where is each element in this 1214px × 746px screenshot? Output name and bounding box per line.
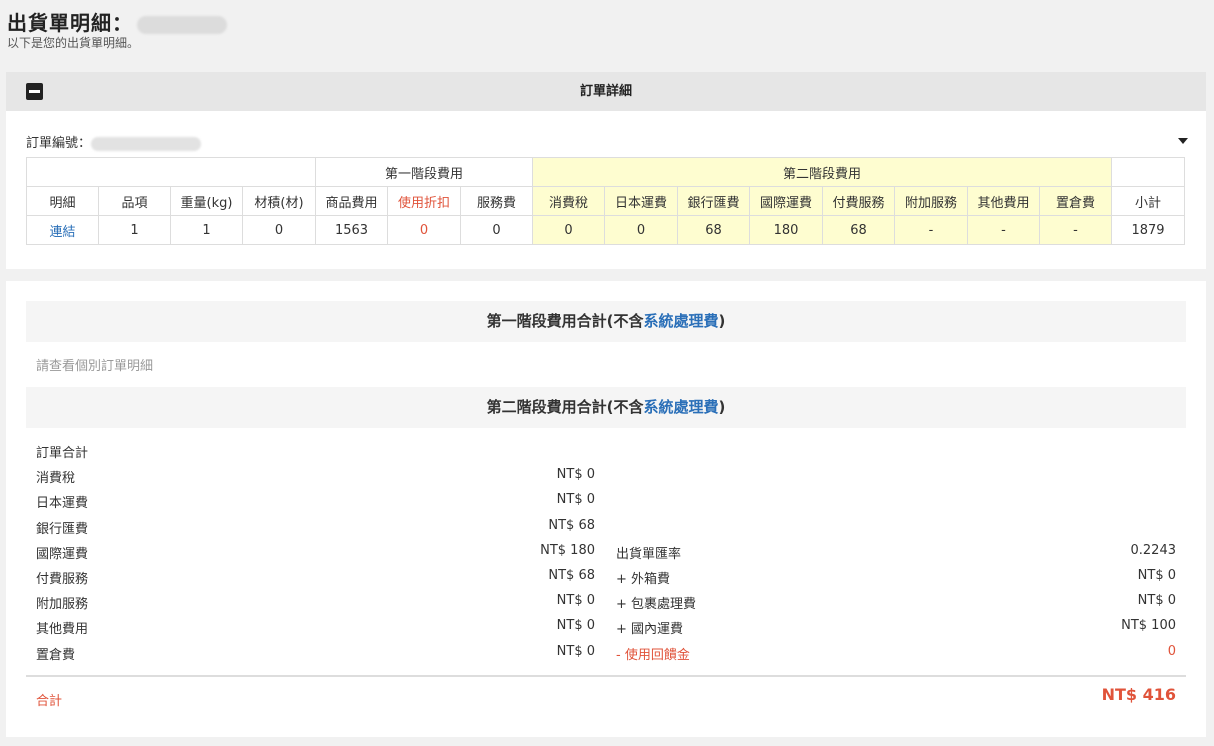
fee-value: NT$ 180 — [540, 543, 595, 558]
order-number-row: 訂單編號： — [26, 132, 202, 151]
fee-value: NT$ 0 — [556, 644, 595, 659]
col-weight: 重量(kg) — [170, 186, 243, 216]
cell-discount: 0 — [387, 215, 461, 245]
table-row: 連結 1 1 0 1563 0 0 0 0 68 180 68 - - - 18… — [26, 215, 1185, 245]
panel-header: 訂單詳細 — [6, 72, 1206, 111]
stage2-title-suffix: ) — [718, 398, 726, 416]
redacted-order-id — [137, 15, 227, 34]
order-detail-panel: 訂單詳細 訂單編號： 第一階段費用 第二階段費用 明細 品項 重量(kg) 材積… — [6, 72, 1206, 269]
empty-group-cell — [26, 157, 316, 187]
column-header-row: 明細 品項 重量(kg) 材積(材) 商品費用 使用折扣 服務費 消費稅 日本運… — [26, 186, 1185, 216]
cell-volume: 0 — [242, 215, 316, 245]
col-consumption-tax: 消費稅 — [532, 186, 605, 216]
total-value: NT$ 416 — [1101, 685, 1176, 704]
cell-service-fee: 0 — [460, 215, 533, 245]
fee-label: 其他費用 — [36, 622, 89, 637]
stage1-title-suffix: ) — [718, 312, 726, 330]
fee-label: 國際運費 — [36, 547, 89, 562]
cell-weight: 1 — [170, 215, 243, 245]
fee-value: NT$ 68 — [548, 568, 595, 583]
stage1-title-text: 第一階段費用合計(不含 — [486, 312, 644, 330]
group-header-row: 第一階段費用 第二階段費用 — [26, 157, 1185, 187]
rebate-label: - 使用回饋金 — [616, 648, 690, 663]
col-storage-fee: 置倉費 — [1039, 186, 1112, 216]
stage2-summary-header: 第二階段費用合計(不含系統處理費) — [26, 387, 1186, 428]
col-addon-service: 附加服務 — [894, 186, 968, 216]
cell-paid-service: 68 — [822, 215, 895, 245]
dropdown-caret-icon[interactable] — [1178, 138, 1188, 144]
order-detail-table: 第一階段費用 第二階段費用 明細 品項 重量(kg) 材積(材) 商品費用 使用… — [26, 157, 1185, 245]
fee-label: 付費服務 — [36, 572, 89, 587]
exchange-rate-label: 出貨單匯率 — [616, 547, 682, 562]
fee-label: 消費稅 — [36, 471, 76, 486]
fee-label: 附加服務 — [36, 597, 89, 612]
collapse-minus-icon[interactable] — [26, 83, 43, 100]
total-label: 合計 — [36, 694, 63, 709]
rebate-value: 0 — [1167, 644, 1176, 659]
col-intl-shipping: 國際運費 — [749, 186, 823, 216]
cell-items: 1 — [98, 215, 171, 245]
order-number-label: 訂單編號： — [26, 136, 92, 151]
fee-value: NT$ 68 — [548, 518, 595, 533]
page-title-text: 出貨單明細： — [7, 11, 133, 35]
cell-storage-fee: - — [1039, 215, 1112, 245]
stage1-summary-header: 第一階段費用合計(不含系統處理費) — [26, 301, 1186, 342]
box-fee-value: NT$ 0 — [1137, 568, 1176, 583]
fee-summary-panel: 第一階段費用合計(不含系統處理費) 請查看個別訂單明細 第二階段費用合計(不含系… — [6, 281, 1206, 737]
cell-intl-shipping: 180 — [749, 215, 823, 245]
system-fee-link-2[interactable]: 系統處理費 — [643, 398, 718, 416]
fee-value: NT$ 0 — [556, 593, 595, 608]
cell-subtotal: 1879 — [1111, 215, 1185, 245]
stage2-group-header: 第二階段費用 — [532, 157, 1112, 187]
fee-label: 銀行匯費 — [36, 522, 89, 537]
col-detail: 明細 — [26, 186, 99, 216]
package-fee-label: + 包裹處理費 — [616, 597, 697, 612]
total-divider — [26, 675, 1186, 677]
col-paid-service: 付費服務 — [822, 186, 895, 216]
box-fee-label: + 外箱費 — [616, 572, 671, 587]
subtotal-group-cell — [1111, 157, 1185, 187]
col-japan-shipping: 日本運費 — [604, 186, 678, 216]
stage1-note: 請查看個別訂單明細 — [36, 359, 154, 374]
package-fee-value: NT$ 0 — [1137, 593, 1176, 608]
fee-label: 日本運費 — [36, 496, 89, 511]
page-header: 出貨單明細： 以下是您的出貨單明細。 — [7, 6, 1207, 60]
cell-japan-shipping: 0 — [604, 215, 678, 245]
stage1-group-header: 第一階段費用 — [315, 157, 533, 187]
cell-addon-service: - — [894, 215, 968, 245]
col-subtotal: 小計 — [1111, 186, 1185, 216]
col-bank-fee: 銀行匯費 — [677, 186, 750, 216]
domestic-shipping-label: + 國內運費 — [616, 622, 684, 637]
order-total-label: 訂單合計 — [36, 446, 89, 461]
panel-title: 訂單詳細 — [579, 84, 632, 99]
exchange-rate-value: 0.2243 — [1130, 543, 1177, 558]
col-other-fee: 其他費用 — [967, 186, 1040, 216]
col-discount: 使用折扣 — [387, 186, 461, 216]
cell-bank-fee: 68 — [677, 215, 750, 245]
system-fee-link[interactable]: 系統處理費 — [643, 312, 718, 330]
fee-value: NT$ 0 — [556, 618, 595, 633]
fee-value: NT$ 0 — [556, 492, 595, 507]
stage2-title-text: 第二階段費用合計(不含 — [486, 398, 644, 416]
col-volume: 材積(材) — [242, 186, 316, 216]
col-service-fee: 服務費 — [460, 186, 533, 216]
cell-other-fee: - — [967, 215, 1040, 245]
cell-product-fee: 1563 — [315, 215, 388, 245]
cell-consumption-tax: 0 — [532, 215, 605, 245]
col-items: 品項 — [98, 186, 171, 216]
col-product-fee: 商品費用 — [315, 186, 388, 216]
detail-link[interactable]: 連結 — [26, 215, 99, 245]
redacted-order-number — [91, 136, 202, 151]
fee-value: NT$ 0 — [556, 467, 595, 482]
fee-label: 置倉費 — [36, 648, 76, 663]
domestic-shipping-value: NT$ 100 — [1121, 618, 1176, 633]
